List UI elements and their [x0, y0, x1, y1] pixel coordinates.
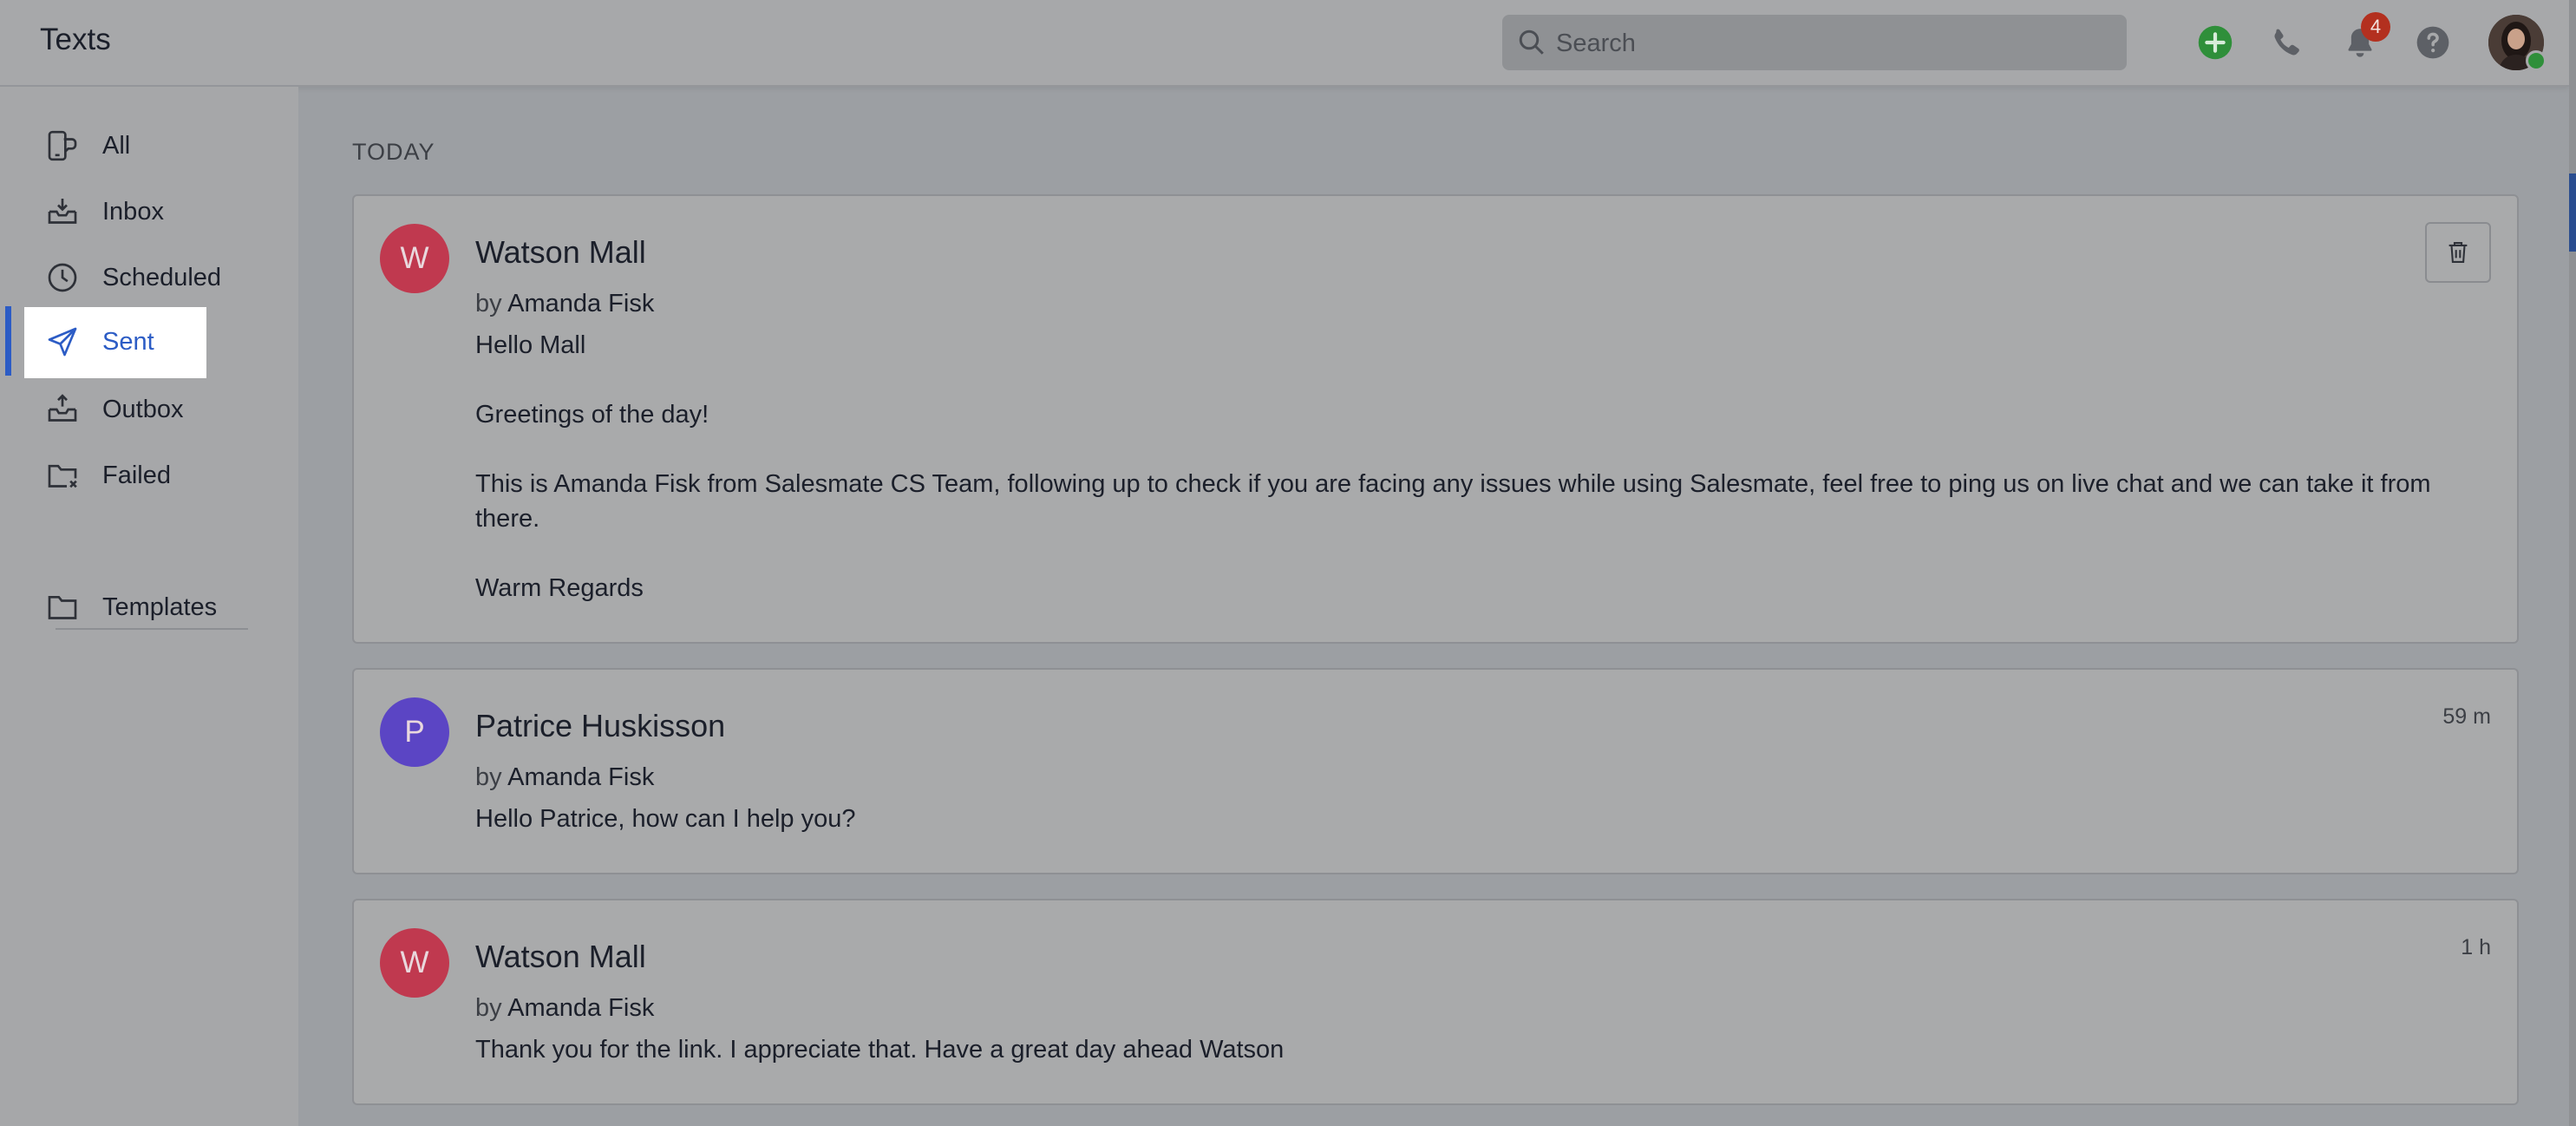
sidebar-item-label: Templates	[102, 593, 218, 621]
sidebar-item-label: Scheduled	[102, 264, 222, 291]
message-line: This is Amanda Fisk from Salesmate CS Te…	[475, 470, 2431, 533]
window-edge	[2569, 0, 2576, 1126]
add-icon[interactable]	[2197, 24, 2233, 61]
message-line: Hello Mall	[475, 331, 586, 359]
sidebar-item-failed[interactable]: Failed	[24, 441, 206, 512]
sender-line: by Amanda Fisk	[475, 290, 654, 318]
sidebar-item-templates[interactable]: Templates	[24, 573, 217, 644]
sidebar-item-label: Inbox	[102, 198, 164, 226]
message-body: Hello Patrice, how can I help you?	[475, 802, 2439, 836]
search-icon	[1519, 29, 1544, 55]
contact-name[interactable]: Watson Mall	[475, 939, 646, 975]
contact-name[interactable]: Watson Mall	[475, 234, 646, 271]
all-messages-icon	[48, 130, 77, 161]
message-line: Warm Regards	[475, 574, 644, 602]
sidebar-item-inbox[interactable]: Inbox	[24, 177, 206, 248]
by-prefix: by	[475, 763, 502, 791]
page-title: Texts	[40, 23, 111, 56]
contact-name[interactable]: Patrice Huskisson	[475, 708, 725, 744]
message-line: Hello Patrice, how can I help you?	[475, 805, 856, 833]
sidebar-item-label: All	[102, 132, 131, 160]
phone-icon[interactable]	[2269, 24, 2305, 61]
avatar: P	[380, 697, 449, 767]
author-name: Amanda Fisk	[507, 994, 655, 1022]
inbox-icon	[48, 199, 77, 224]
active-indicator	[5, 306, 11, 376]
section-label-today: TODAY	[352, 139, 435, 165]
notification-badge: 4	[2361, 12, 2390, 42]
clock-icon	[48, 263, 77, 292]
message-card[interactable]: P Patrice Huskisson by Amanda Fisk Hello…	[352, 668, 2519, 874]
message-line: Greetings of the day!	[475, 401, 709, 429]
sidebar-item-scheduled[interactable]: Scheduled	[24, 243, 221, 314]
edge-accent	[2569, 173, 2576, 252]
message-body: Hello Mall Greetings of the day! This is…	[475, 328, 2439, 640]
message-card[interactable]: W Watson Mall by Amanda Fisk Thank you f…	[352, 899, 2519, 1105]
sidebar-item-label: Sent	[102, 328, 154, 356]
delete-button[interactable]	[2425, 222, 2491, 283]
sidebar-item-sent[interactable]: Sent	[24, 307, 206, 378]
message-card[interactable]: W Watson Mall by Amanda Fisk Hello Mall …	[352, 194, 2519, 644]
search-box[interactable]	[1502, 15, 2127, 70]
by-prefix: by	[475, 290, 502, 318]
trash-icon	[2449, 242, 2468, 263]
message-timestamp: 1 h	[2461, 935, 2491, 959]
avatar: W	[380, 928, 449, 998]
search-input[interactable]	[1554, 22, 2113, 65]
sender-line: by Amanda Fisk	[475, 763, 654, 792]
sidebar-item-outbox[interactable]: Outbox	[24, 375, 206, 446]
outbox-icon	[48, 394, 77, 422]
folder-icon	[48, 596, 77, 619]
send-icon	[48, 327, 77, 357]
avatar: W	[380, 224, 449, 293]
sidebar-item-label: Outbox	[102, 396, 184, 423]
message-body: Thank you for the link. I appreciate tha…	[475, 1032, 2439, 1067]
failed-icon	[48, 464, 77, 488]
author-name: Amanda Fisk	[507, 290, 655, 318]
sender-line: by Amanda Fisk	[475, 994, 654, 1023]
author-name: Amanda Fisk	[507, 763, 655, 791]
top-bar: Texts 4	[0, 0, 2569, 87]
message-line: Thank you for the link. I appreciate tha…	[475, 1036, 1285, 1064]
online-status-indicator	[2526, 50, 2547, 71]
help-icon[interactable]	[2415, 24, 2451, 61]
sidebar-item-all[interactable]: All	[24, 111, 206, 182]
sidebar: All Inbox Scheduled Sent Outbox Failed T…	[0, 87, 298, 1126]
by-prefix: by	[475, 994, 502, 1022]
sidebar-item-label: Failed	[102, 462, 171, 489]
message-timestamp: 59 m	[2442, 704, 2491, 729]
